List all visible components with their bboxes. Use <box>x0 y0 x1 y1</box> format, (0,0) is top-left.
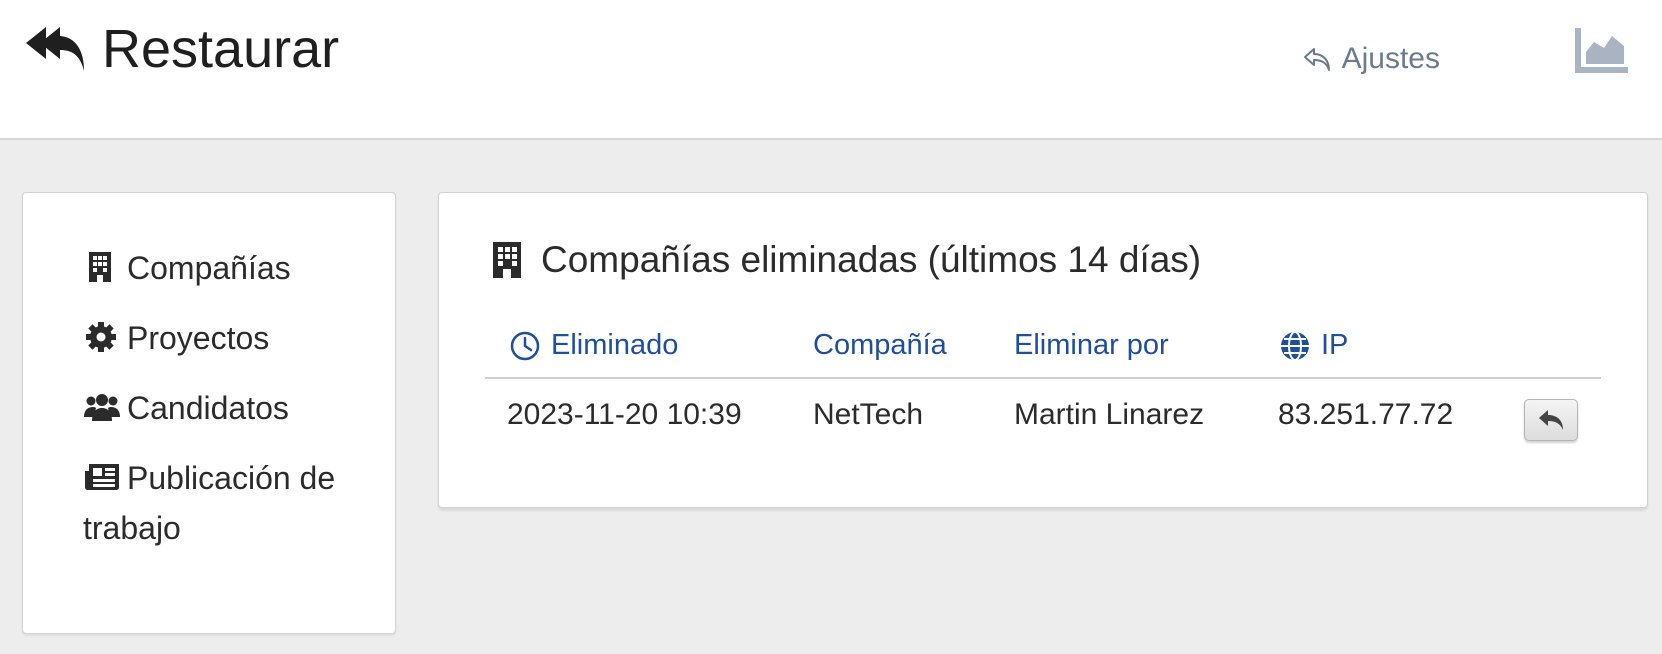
card-title-text: Compañías eliminadas (últimos 14 días) <box>541 239 1202 280</box>
column-header-label: Eliminado <box>551 329 679 361</box>
sidebar-item-label: Candidatos <box>127 390 289 426</box>
reply-icon <box>1539 410 1563 430</box>
top-bar: Restaurar Ajustes <box>0 0 1662 140</box>
sidebar-item-label: Compañías <box>127 250 291 286</box>
newspaper-icon <box>85 464 119 490</box>
globe-icon <box>1281 330 1309 361</box>
building-icon <box>89 252 111 282</box>
settings-link[interactable]: Ajustes <box>1302 42 1440 76</box>
building-icon <box>493 242 521 278</box>
sidebar-item-publicacion[interactable]: Publicación de trabajo <box>83 453 343 553</box>
column-header-label: IP <box>1321 329 1349 361</box>
cell-company: NetTech <box>813 398 924 431</box>
column-header-label: Eliminar por <box>1014 329 1169 361</box>
column-header-label: Compañía <box>813 329 947 361</box>
users-icon <box>84 394 120 421</box>
chart-button[interactable] <box>1572 24 1632 78</box>
column-header-eliminado[interactable]: Eliminado <box>509 329 678 362</box>
sidebar-item-label: Proyectos <box>127 320 270 356</box>
column-header-ip[interactable]: IP <box>1279 329 1348 362</box>
sidebar-item-proyectos[interactable]: Proyectos <box>83 313 269 363</box>
cell-deleted-by: Martin Linarez <box>1014 398 1205 431</box>
sidebar-item-companias[interactable]: Compañías <box>83 243 291 293</box>
restore-button[interactable] <box>1524 399 1578 441</box>
reply-outline-icon <box>1303 48 1330 71</box>
gear-icon <box>86 322 116 352</box>
page-title: Restaurar <box>24 18 339 80</box>
double-reply-icon <box>26 27 84 71</box>
page-title-text: Restaurar <box>102 19 340 79</box>
card-title: Compañías eliminadas (últimos 14 días) <box>491 239 1201 281</box>
settings-label: Ajustes <box>1341 42 1440 75</box>
area-chart-icon <box>1575 28 1628 73</box>
sidebar: Compañías Proyectos Candidatos Publicaci… <box>22 192 396 634</box>
column-header-eliminar-por[interactable]: Eliminar por <box>1014 329 1169 362</box>
cell-deleted: 2023-11-20 10:39 <box>507 398 742 431</box>
clock-icon <box>510 331 540 360</box>
deleted-companies-card: Compañías eliminadas (últimos 14 días) E… <box>438 192 1648 508</box>
sidebar-item-candidatos[interactable]: Candidatos <box>83 383 289 433</box>
header-divider <box>485 377 1601 379</box>
column-header-compania[interactable]: Compañía <box>813 329 947 362</box>
cell-ip: 83.251.77.72 <box>1278 398 1454 431</box>
